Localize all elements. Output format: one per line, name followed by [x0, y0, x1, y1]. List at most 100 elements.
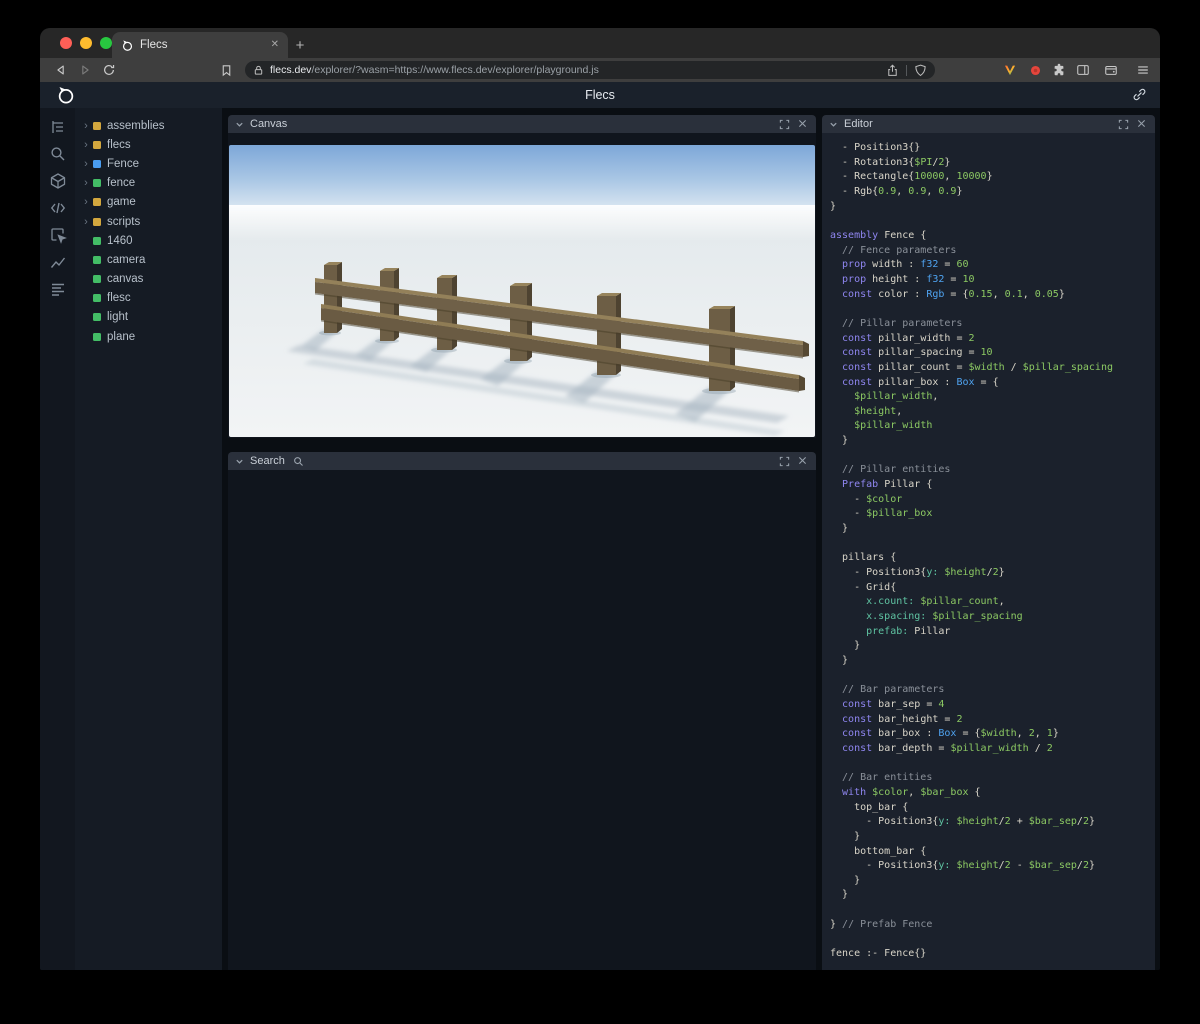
code-line[interactable]: const color : Rgb = {0.15, 0.1, 0.05}	[830, 288, 1155, 303]
3d-canvas-scene[interactable]	[229, 145, 815, 437]
tree-item-flesc[interactable]: flesc	[75, 289, 222, 308]
zoom-window-button[interactable]	[100, 37, 112, 49]
code-line[interactable]: prefab: Pillar	[830, 625, 1155, 640]
sidebar-toggle-icon[interactable]	[1075, 58, 1091, 82]
red-circle-extension-icon[interactable]	[1027, 58, 1043, 82]
close-tab-icon[interactable]: ✕	[271, 40, 279, 50]
code-line[interactable]: - Rgb{0.9, 0.9, 0.9}	[830, 185, 1155, 200]
chevron-down-icon[interactable]	[829, 120, 838, 129]
code-editor[interactable]: - Position3{} - Rotation3{$PI/2} - Recta…	[822, 133, 1155, 970]
expand-chevron-icon[interactable]: ›	[81, 158, 91, 170]
code-line[interactable]: - Position3{}	[830, 141, 1155, 156]
v-extension-icon[interactable]	[1002, 58, 1018, 82]
code-line[interactable]: x.spacing: $pillar_spacing	[830, 610, 1155, 625]
code-line[interactable]: const bar_depth = $pillar_width / 2	[830, 742, 1155, 757]
code-line[interactable]: }	[830, 434, 1155, 449]
code-line[interactable]: }	[830, 200, 1155, 215]
code-line[interactable]: }	[830, 888, 1155, 903]
expand-chevron-icon[interactable]: ›	[81, 120, 91, 132]
code-line[interactable]: - Rotation3{$PI/2}	[830, 156, 1155, 171]
new-tab-button[interactable]: +	[288, 32, 312, 58]
flecs-logo-icon[interactable]	[56, 85, 76, 105]
code-line[interactable]: } // Prefab Fence	[830, 918, 1155, 933]
search-panel-header[interactable]: Search	[228, 452, 816, 470]
inspect-cursor-icon[interactable]	[49, 226, 67, 244]
code-line[interactable]: assembly Fence {	[830, 229, 1155, 244]
code-line[interactable]: }	[830, 522, 1155, 537]
code-line[interactable]: const pillar_count = $width / $pillar_sp…	[830, 361, 1155, 376]
code-line[interactable]: }	[830, 639, 1155, 654]
close-window-button[interactable]	[60, 37, 72, 49]
address-bar[interactable]: flecs.dev/explorer/?wasm=https://www.fle…	[245, 61, 935, 79]
code-line[interactable]: // Pillar parameters	[830, 317, 1155, 332]
reload-button[interactable]	[98, 58, 120, 82]
code-line[interactable]: with $color, $bar_box {	[830, 786, 1155, 801]
close-panel-icon[interactable]	[1137, 119, 1148, 130]
chevron-down-icon[interactable]	[235, 120, 244, 129]
code-line[interactable]	[830, 214, 1155, 229]
tree-item-fence[interactable]: ›fence	[75, 174, 222, 193]
back-button[interactable]	[50, 58, 72, 82]
tree-item-plane[interactable]: plane	[75, 327, 222, 346]
code-line[interactable]: const pillar_box : Box = {	[830, 376, 1155, 391]
editor-panel-header[interactable]: Editor	[822, 115, 1155, 133]
code-line[interactable]: const pillar_spacing = 10	[830, 346, 1155, 361]
share-icon[interactable]	[886, 64, 899, 77]
expand-chevron-icon[interactable]: ›	[81, 216, 91, 228]
bookmark-sidebar-icon[interactable]	[216, 58, 236, 82]
browser-tab[interactable]: Flecs ✕	[112, 32, 288, 58]
code-line[interactable]: fence :- Fence{}	[830, 947, 1155, 962]
extensions-puzzle-icon[interactable]	[1051, 58, 1067, 82]
code-line[interactable]: const bar_box : Box = {$width, 2, 1}	[830, 727, 1155, 742]
code-line[interactable]: - Position3{y: $height/2}	[830, 566, 1155, 581]
code-line[interactable]: $pillar_width	[830, 419, 1155, 434]
url-text[interactable]: flecs.dev/explorer/?wasm=https://www.fle…	[270, 64, 886, 76]
code-line[interactable]: top_bar {	[830, 801, 1155, 816]
code-line[interactable]: // Bar parameters	[830, 683, 1155, 698]
code-line[interactable]	[830, 932, 1155, 947]
code-line[interactable]	[830, 903, 1155, 918]
tree-item-game[interactable]: ›game	[75, 193, 222, 212]
code-line[interactable]: bottom_bar {	[830, 845, 1155, 860]
code-line[interactable]: prop width : f32 = 60	[830, 258, 1155, 273]
minimize-window-button[interactable]	[80, 37, 92, 49]
code-line[interactable]: x.count: $pillar_count,	[830, 595, 1155, 610]
expand-chevron-icon[interactable]: ›	[81, 177, 91, 189]
code-line[interactable]: prop height : f32 = 10	[830, 273, 1155, 288]
expand-panel-icon[interactable]	[1118, 119, 1129, 130]
tree-item-canvas[interactable]: canvas	[75, 270, 222, 289]
share-link-icon[interactable]	[1132, 87, 1148, 103]
code-line[interactable]: - Rectangle{10000, 10000}	[830, 170, 1155, 185]
code-line[interactable]: - Position3{y: $height/2 - $bar_sep/2}	[830, 859, 1155, 874]
code-line[interactable]	[830, 669, 1155, 684]
code-line[interactable]: // Bar entities	[830, 771, 1155, 786]
tree-item-assemblies[interactable]: ›assemblies	[75, 116, 222, 135]
code-line[interactable]	[830, 302, 1155, 317]
entities-cube-icon[interactable]	[49, 172, 67, 190]
expand-panel-icon[interactable]	[779, 119, 790, 130]
code-line[interactable]: // Pillar entities	[830, 463, 1155, 478]
code-line[interactable]: }	[830, 830, 1155, 845]
entity-tree-icon[interactable]	[49, 118, 67, 136]
close-panel-icon[interactable]	[798, 456, 809, 467]
chart-icon[interactable]	[49, 253, 67, 271]
tree-item-1460[interactable]: 1460	[75, 231, 222, 250]
expand-chevron-icon[interactable]: ›	[81, 196, 91, 208]
brave-shield-icon[interactable]	[914, 64, 927, 77]
code-line[interactable]: pillars {	[830, 551, 1155, 566]
code-line[interactable]: const bar_sep = 4	[830, 698, 1155, 713]
close-panel-icon[interactable]	[798, 119, 809, 130]
code-line[interactable]: const bar_height = 2	[830, 713, 1155, 728]
code-editor-icon[interactable]	[49, 199, 67, 217]
menu-hamburger-icon[interactable]	[1134, 58, 1152, 82]
code-line[interactable]: // Fence parameters	[830, 244, 1155, 259]
tree-item-flecs[interactable]: ›flecs	[75, 135, 222, 154]
stats-rows-icon[interactable]	[49, 280, 67, 298]
code-line[interactable]: - Grid{	[830, 581, 1155, 596]
forward-button[interactable]	[74, 58, 96, 82]
code-line[interactable]: - $color	[830, 493, 1155, 508]
code-line[interactable]: Prefab Pillar {	[830, 478, 1155, 493]
search-panel-body[interactable]	[228, 470, 816, 970]
search-icon[interactable]	[49, 145, 67, 163]
tree-item-scripts[interactable]: ›scripts	[75, 212, 222, 231]
